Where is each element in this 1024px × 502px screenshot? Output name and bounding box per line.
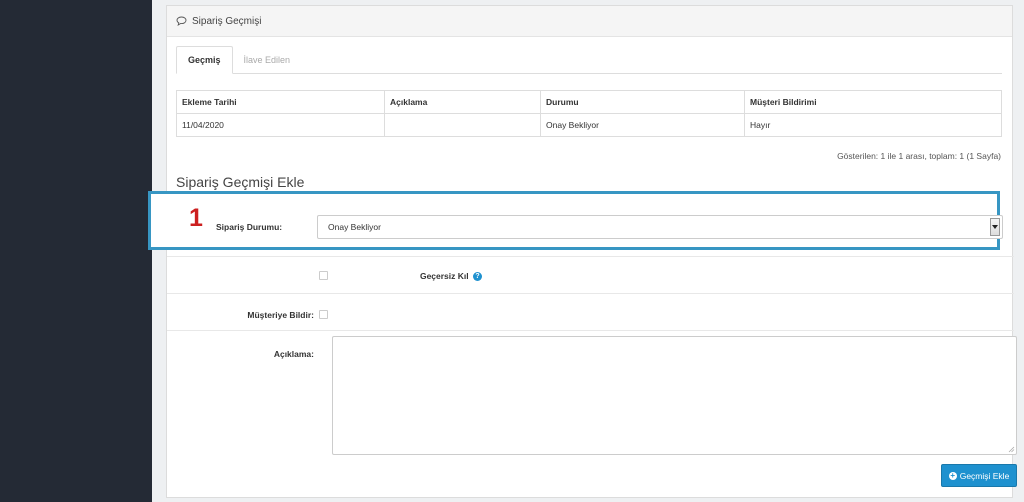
override-label: Geçersiz Kıl ? — [420, 271, 482, 282]
dropdown-arrow-icon[interactable] — [990, 218, 1000, 236]
help-icon[interactable]: ? — [473, 272, 482, 282]
override-checkbox[interactable] — [319, 271, 328, 280]
tab-history[interactable]: Geçmiş — [176, 46, 233, 74]
notify-checkbox[interactable] — [319, 310, 328, 319]
column-header-status: Durumu — [540, 90, 745, 114]
order-status-value: Onay Bekliyor — [328, 222, 381, 232]
order-status-label: Sipariş Durumu: — [216, 222, 283, 232]
cell-status: Onay Bekliyor — [540, 113, 745, 137]
panel-title: Sipariş Geçmişi — [192, 15, 262, 27]
sidebar — [0, 0, 152, 502]
pagination-info: Gösterilen: 1 ile 1 arası, toplam: 1 (1 … — [837, 151, 1001, 161]
order-status-highlight: 1 Sipariş Durumu: Onay Bekliyor — [148, 191, 1003, 250]
column-header-date: Ekleme Tarihi — [176, 90, 385, 114]
comment-icon — [176, 16, 188, 26]
add-history-button-label: Geçmişi Ekle — [959, 470, 1010, 481]
comment-label: Açıklama: — [273, 349, 314, 359]
main-content: Sipariş Geçmişi Geçmiş İlave Edilen Ekle… — [152, 0, 1024, 502]
panel-heading: Sipariş Geçmişi — [167, 6, 1012, 37]
cell-comment — [384, 113, 541, 137]
tab-additional[interactable]: İlave Edilen — [233, 46, 302, 74]
comment-textarea[interactable] — [332, 336, 1017, 455]
column-header-comment: Açıklama — [384, 90, 541, 114]
table-row: 11/04/2020 Onay Bekliyor Hayır — [176, 113, 1002, 137]
order-status-select[interactable]: Onay Bekliyor — [317, 215, 1003, 239]
step-marker: 1 — [189, 204, 203, 232]
notify-label: Müşteriye Bildir: — [247, 310, 314, 320]
table-header-row: Ekleme Tarihi Açıklama Durumu Müşteri Bi… — [176, 90, 1002, 114]
cell-notify: Hayır — [744, 113, 1002, 137]
plus-circle-icon: + — [948, 470, 957, 480]
resize-handle-icon[interactable] — [1008, 446, 1015, 453]
cell-date: 11/04/2020 — [176, 113, 385, 137]
order-history-panel: Sipariş Geçmişi Geçmiş İlave Edilen Ekle… — [166, 5, 1017, 498]
add-history-button[interactable]: + Geçmişi Ekle — [941, 464, 1017, 487]
notify-row: Müşteriye Bildir: — [167, 293, 1014, 330]
history-table: Ekleme Tarihi Açıklama Durumu Müşteri Bi… — [176, 90, 1002, 137]
column-header-notify: Müşteri Bildirimi — [744, 90, 1002, 114]
section-title: Sipariş Geçmişi Ekle — [176, 174, 305, 190]
history-tabs: Geçmiş İlave Edilen — [176, 46, 1002, 74]
override-row: Geçersiz Kıl ? — [167, 256, 1014, 293]
